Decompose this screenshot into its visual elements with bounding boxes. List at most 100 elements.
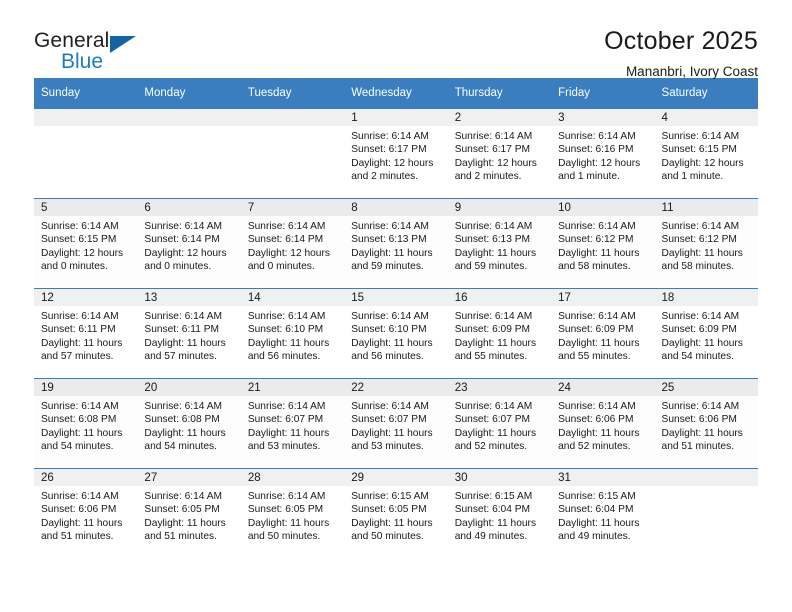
- daylight-text: Daylight: 12 hours and 0 minutes.: [144, 247, 227, 272]
- sunset-text: Sunset: 6:06 PM: [661, 414, 737, 426]
- sunrise-text: Sunrise: 6:15 AM: [454, 491, 533, 502]
- sunset-text: Sunset: 6:12 PM: [558, 234, 634, 246]
- sunset-text: Sunset: 6:04 PM: [454, 504, 531, 516]
- calendar-day-cell[interactable]: 9 Sunrise: 6:14 AM Sunset: 6:13 PM Daylight…: [447, 198, 552, 289]
- day-details: Sunrise: 6:14 AM Sunset: 6:13 PM Daylight:…: [448, 216, 551, 273]
- sunset-text: Sunset: 6:16 PM: [558, 144, 634, 156]
- brand-name-blue: Blue: [61, 50, 104, 73]
- sunrise-text: Sunrise: 6:14 AM: [454, 221, 533, 232]
- calendar-week-row: 5 Sunrise: 6:14 AM Sunset: 6:15 PM Daylight…: [34, 198, 758, 289]
- day-details: Sunrise: 6:14 AM Sunset: 6:07 PM Daylight:…: [344, 396, 447, 453]
- calendar-day-cell[interactable]: 24 Sunrise: 6:14 AM Sunset: 6:06 PM Dayligh…: [551, 378, 655, 469]
- calendar-day-cell[interactable]: 12 Sunrise: 6:14 AM Sunset: 6:11 PM Dayligh…: [34, 288, 138, 379]
- calendar-day-cell[interactable]: 30 Sunrise: 6:15 AM Sunset: 6:04 PM Dayligh…: [447, 468, 552, 559]
- day-details: Sunrise: 6:14 AM Sunset: 6:08 PM Daylight:…: [34, 396, 137, 453]
- sunset-text: Sunset: 6:05 PM: [144, 504, 220, 516]
- calendar-day-cell[interactable]: 5 Sunrise: 6:14 AM Sunset: 6:15 PM Daylight…: [34, 198, 138, 289]
- calendar-day-cell[interactable]: 21 Sunrise: 6:14 AM Sunset: 6:07 PM Dayligh…: [240, 378, 345, 469]
- calendar-day-cell[interactable]: 3 Sunrise: 6:14 AM Sunset: 6:16 PM Daylight…: [551, 108, 655, 199]
- calendar-day-cell[interactable]: 2 Sunrise: 6:14 AM Sunset: 6:17 PM Daylight…: [447, 108, 552, 199]
- calendar-day-cell[interactable]: 11 Sunrise: 6:14 AM Sunset: 6:12 PM Dayligh…: [654, 198, 758, 289]
- sunrise-text: Sunrise: 6:14 AM: [661, 401, 740, 412]
- sunrise-text: Sunrise: 6:14 AM: [454, 401, 533, 412]
- sunrise-text: Sunrise: 6:14 AM: [661, 311, 740, 322]
- daylight-text: Daylight: 11 hours and 54 minutes.: [661, 337, 743, 362]
- brand-flag-icon: [110, 36, 136, 53]
- weekday-header-row: Sunday Monday Tuesday Wednesday Thursday…: [34, 78, 758, 109]
- sunrise-text: Sunrise: 6:14 AM: [41, 491, 119, 502]
- sunrise-text: Sunrise: 6:14 AM: [144, 311, 223, 322]
- calendar-day-cell[interactable]: 14 Sunrise: 6:14 AM Sunset: 6:10 PM Dayligh…: [240, 288, 345, 379]
- day-details: Sunrise: 6:15 AM Sunset: 6:04 PM Daylight:…: [551, 486, 654, 543]
- sunset-text: Sunset: 6:09 PM: [558, 324, 634, 336]
- calendar-day-cell[interactable]: 13 Sunrise: 6:14 AM Sunset: 6:11 PM Dayligh…: [137, 288, 241, 379]
- sunset-text: Sunset: 6:14 PM: [247, 234, 324, 246]
- day-number: 13: [137, 289, 241, 306]
- day-number: 8: [344, 199, 448, 216]
- calendar-day-cell[interactable]: 17 Sunrise: 6:14 AM Sunset: 6:09 PM Dayligh…: [551, 288, 655, 379]
- sunrise-text: Sunrise: 6:14 AM: [351, 401, 429, 412]
- day-number: 28: [240, 469, 345, 486]
- sunrise-text: Sunrise: 6:14 AM: [558, 401, 636, 412]
- calendar-day-cell[interactable]: 7 Sunrise: 6:14 AM Sunset: 6:14 PM Daylight…: [240, 198, 345, 289]
- day-number: 12: [34, 289, 138, 306]
- sunrise-text: Sunrise: 6:14 AM: [558, 221, 636, 232]
- day-number: [34, 109, 138, 126]
- day-details: Sunrise: 6:14 AM Sunset: 6:05 PM Daylight:…: [137, 486, 240, 543]
- calendar-day-cell[interactable]: 28 Sunrise: 6:14 AM Sunset: 6:05 PM Dayligh…: [240, 468, 345, 559]
- calendar-day-cell[interactable]: 20 Sunrise: 6:14 AM Sunset: 6:08 PM Dayligh…: [137, 378, 241, 469]
- day-number: 25: [654, 379, 758, 396]
- sunset-text: Sunset: 6:05 PM: [247, 504, 324, 516]
- sunrise-text: Sunrise: 6:14 AM: [454, 311, 533, 322]
- page-subtitle: Mananbri, Ivory Coast: [625, 64, 758, 79]
- day-number: 7: [240, 199, 345, 216]
- weekday-header-friday: Friday: [551, 78, 655, 109]
- day-number: 19: [34, 379, 138, 396]
- day-details: Sunrise: 6:14 AM Sunset: 6:07 PM Daylight:…: [241, 396, 344, 453]
- day-number: 20: [137, 379, 241, 396]
- sunrise-text: Sunrise: 6:14 AM: [144, 401, 223, 412]
- day-details: Sunrise: 6:14 AM Sunset: 6:10 PM Daylight:…: [241, 306, 344, 363]
- daylight-text: Daylight: 12 hours and 1 minute.: [558, 157, 641, 182]
- daylight-text: Daylight: 11 hours and 56 minutes.: [247, 337, 330, 362]
- day-number: 27: [137, 469, 241, 486]
- sunset-text: Sunset: 6:12 PM: [661, 234, 737, 246]
- calendar-day-cell[interactable]: 19 Sunrise: 6:14 AM Sunset: 6:08 PM Dayligh…: [34, 378, 138, 469]
- daylight-text: Daylight: 11 hours and 58 minutes.: [661, 247, 743, 272]
- day-number: 30: [447, 469, 552, 486]
- sunset-text: Sunset: 6:13 PM: [454, 234, 531, 246]
- daylight-text: Daylight: 11 hours and 51 minutes.: [661, 427, 743, 452]
- calendar-day-cell[interactable]: 27 Sunrise: 6:14 AM Sunset: 6:05 PM Dayligh…: [137, 468, 241, 559]
- sunset-text: Sunset: 6:07 PM: [247, 414, 324, 426]
- day-details: Sunrise: 6:14 AM Sunset: 6:08 PM Daylight:…: [137, 396, 240, 453]
- daylight-text: Daylight: 12 hours and 0 minutes.: [247, 247, 330, 272]
- calendar-table: Sunday Monday Tuesday Wednesday Thursday…: [34, 78, 758, 559]
- daylight-text: Daylight: 12 hours and 1 minute.: [661, 157, 744, 182]
- daylight-text: Daylight: 11 hours and 55 minutes.: [558, 337, 640, 362]
- calendar-day-cell[interactable]: 1 Sunrise: 6:14 AM Sunset: 6:17 PM Daylight…: [344, 108, 448, 199]
- sunrise-text: Sunrise: 6:14 AM: [144, 491, 223, 502]
- weekday-header-sunday: Sunday: [34, 78, 138, 109]
- calendar-day-cell[interactable]: 16 Sunrise: 6:14 AM Sunset: 6:09 PM Dayligh…: [447, 288, 552, 379]
- calendar-day-cell[interactable]: 31 Sunrise: 6:15 AM Sunset: 6:04 PM Dayligh…: [551, 468, 655, 559]
- day-details: Sunrise: 6:14 AM Sunset: 6:11 PM Daylight:…: [137, 306, 240, 363]
- calendar-day-cell[interactable]: 6 Sunrise: 6:14 AM Sunset: 6:14 PM Daylight…: [137, 198, 241, 289]
- sunset-text: Sunset: 6:05 PM: [351, 504, 427, 516]
- calendar-day-cell[interactable]: 23 Sunrise: 6:14 AM Sunset: 6:07 PM Dayligh…: [447, 378, 552, 469]
- calendar-day-cell[interactable]: 25 Sunrise: 6:14 AM Sunset: 6:06 PM Dayligh…: [654, 378, 758, 469]
- day-number: 1: [344, 109, 448, 126]
- calendar-day-cell[interactable]: 10 Sunrise: 6:14 AM Sunset: 6:12 PM Dayligh…: [551, 198, 655, 289]
- calendar-day-cell[interactable]: 8 Sunrise: 6:14 AM Sunset: 6:13 PM Daylight…: [344, 198, 448, 289]
- calendar-day-cell[interactable]: 15 Sunrise: 6:14 AM Sunset: 6:10 PM Dayligh…: [344, 288, 448, 379]
- calendar-day-cell[interactable]: 26 Sunrise: 6:14 AM Sunset: 6:06 PM Dayligh…: [34, 468, 138, 559]
- sunset-text: Sunset: 6:07 PM: [454, 414, 531, 426]
- calendar-week-row: 19 Sunrise: 6:14 AM Sunset: 6:08 PM Dayligh…: [34, 378, 758, 469]
- calendar-day-cell[interactable]: 4 Sunrise: 6:14 AM Sunset: 6:15 PM Daylight…: [654, 108, 758, 199]
- calendar-day-cell-empty: [654, 468, 758, 559]
- calendar-day-cell[interactable]: 18 Sunrise: 6:14 AM Sunset: 6:09 PM Dayligh…: [654, 288, 758, 379]
- calendar-day-cell[interactable]: 22 Sunrise: 6:14 AM Sunset: 6:07 PM Dayligh…: [344, 378, 448, 469]
- day-details: Sunrise: 6:15 AM Sunset: 6:04 PM Daylight:…: [448, 486, 551, 543]
- calendar-day-cell[interactable]: 29 Sunrise: 6:15 AM Sunset: 6:05 PM Dayligh…: [344, 468, 448, 559]
- title-block: October 2025 Mananbri, Ivory Coast: [604, 26, 758, 82]
- sunset-text: Sunset: 6:10 PM: [247, 324, 324, 336]
